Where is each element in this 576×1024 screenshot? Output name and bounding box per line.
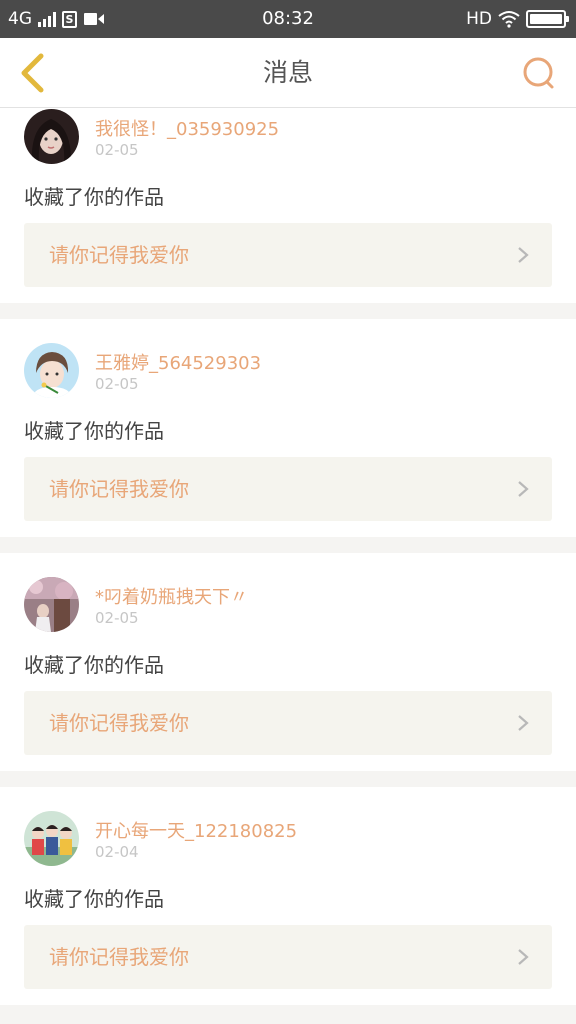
message-date: 02-05	[95, 609, 139, 627]
chevron-right-icon	[518, 715, 529, 731]
work-link[interactable]: 请你记得我爱你	[24, 223, 552, 287]
avatar[interactable]	[24, 577, 79, 632]
avatar[interactable]	[24, 343, 79, 398]
message-date: 02-05	[95, 141, 139, 159]
work-link[interactable]: 请你记得我爱你	[24, 925, 552, 989]
action-text: 收藏了你的作品	[24, 653, 164, 677]
username[interactable]: 我很怪！_035930925	[95, 115, 279, 141]
status-right: HD	[466, 0, 569, 38]
avatar[interactable]	[24, 811, 79, 866]
action-text: 收藏了你的作品	[24, 419, 164, 443]
username[interactable]: *叼着奶瓶拽天下〃	[95, 583, 248, 609]
work-title: 请你记得我爱你	[49, 243, 189, 267]
battery-icon	[526, 10, 569, 28]
work-link[interactable]: 请你记得我爱你	[24, 457, 552, 521]
hd-indicator: HD	[466, 9, 492, 29]
message-list[interactable]: 我很怪！_035930925 02-05 收藏了你的作品 请你记得我爱你 王雅婷…	[0, 108, 576, 1024]
message-date: 02-05	[95, 375, 139, 393]
wifi-icon	[498, 11, 520, 28]
search-button[interactable]	[520, 54, 558, 92]
action-text: 收藏了你的作品	[24, 887, 164, 911]
search-icon	[523, 57, 554, 89]
username[interactable]: 王雅婷_564529303	[95, 349, 261, 375]
username[interactable]: 开心每一天_122180825	[95, 817, 297, 843]
message-item: 我很怪！_035930925 02-05 收藏了你的作品 请你记得我爱你	[0, 108, 576, 303]
action-text: 收藏了你的作品	[24, 185, 164, 209]
status-bar: 4G S 08:32 HD	[0, 0, 576, 38]
chevron-right-icon	[518, 481, 529, 497]
chevron-right-icon	[518, 247, 529, 263]
message-date: 02-04	[95, 843, 139, 861]
work-title: 请你记得我爱你	[49, 711, 189, 735]
header-bar: 消息	[0, 38, 576, 108]
chevron-right-icon	[518, 949, 529, 965]
message-item: 开心每一天_122180825 02-04 收藏了你的作品 请你记得我爱你	[0, 787, 576, 1005]
avatar[interactable]	[24, 109, 79, 164]
message-item: 王雅婷_564529303 02-05 收藏了你的作品 请你记得我爱你	[0, 319, 576, 537]
work-title: 请你记得我爱你	[49, 477, 189, 501]
work-link[interactable]: 请你记得我爱你	[24, 691, 552, 755]
work-title: 请你记得我爱你	[49, 945, 189, 969]
page-title: 消息	[262, 58, 313, 87]
message-item: *叼着奶瓶拽天下〃 02-05 收藏了你的作品 请你记得我爱你	[0, 553, 576, 771]
